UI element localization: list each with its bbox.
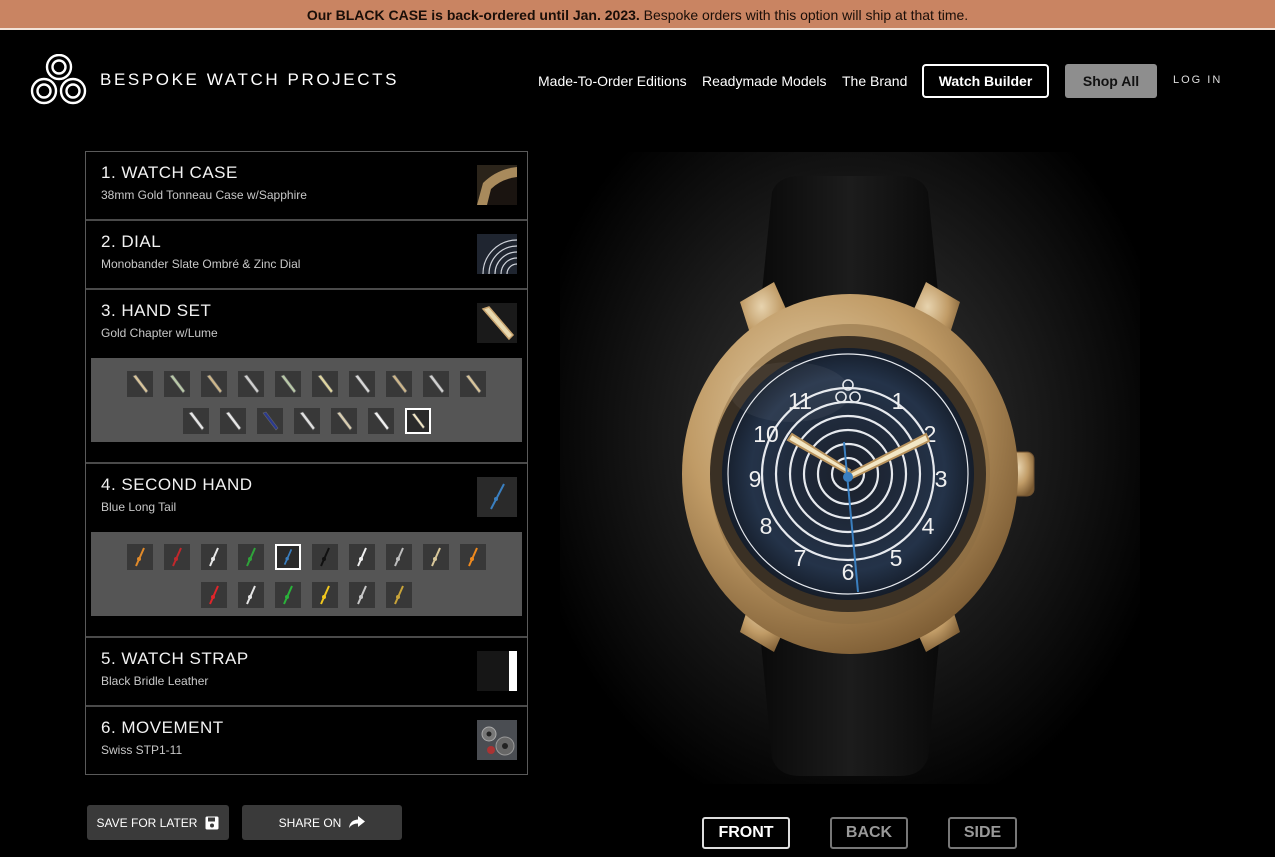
second-hand-option[interactable]	[349, 582, 375, 608]
hand-set-option[interactable]	[386, 371, 412, 397]
second-hand-option[interactable]	[164, 544, 190, 570]
dial-numeral-3: 3	[935, 466, 948, 492]
hand-set-option[interactable]	[238, 371, 264, 397]
hand-set-option[interactable]	[256, 408, 283, 434]
second-hand-option[interactable]	[275, 582, 301, 608]
section-subtitle: Blue Long Tail	[101, 500, 177, 514]
dial-numeral-6: 6	[842, 559, 855, 585]
section-title: 6. MOVEMENT	[101, 718, 224, 737]
hand-set-options	[91, 358, 522, 442]
share-on-button[interactable]: SHARE ON	[242, 805, 402, 840]
dial-numeral-8: 8	[760, 513, 773, 539]
second-hand-options	[91, 532, 522, 616]
nav-made-to-order[interactable]: Made-To-Order Editions	[538, 73, 687, 89]
hand-set-option[interactable]	[460, 371, 486, 397]
second-hand-option[interactable]	[312, 582, 338, 608]
second-hand-option[interactable]	[238, 582, 264, 608]
section-subtitle: Swiss STP1-11	[101, 743, 183, 757]
second-hand-option[interactable]	[386, 582, 412, 608]
nav-the-brand[interactable]: The Brand	[842, 73, 907, 89]
hand-set-option[interactable]	[201, 371, 227, 397]
shop-all-button[interactable]: Shop All	[1065, 64, 1157, 98]
section-title: 4. SECOND HAND	[101, 475, 253, 494]
hand-set-option[interactable]	[293, 408, 320, 434]
hand-set-option[interactable]	[219, 408, 246, 434]
section-hand-set[interactable]: 3. HAND SET Gold Chapter w/Lume	[86, 290, 527, 464]
second-hand-option[interactable]	[201, 582, 227, 608]
section-title: 1. WATCH CASE	[101, 163, 238, 182]
hand-set-option[interactable]	[164, 371, 190, 397]
hand-set-option[interactable]	[330, 408, 357, 434]
section-watch-case[interactable]: 1. WATCH CASE 38mm Gold Tonneau Case w/S…	[86, 152, 527, 221]
section-subtitle: Black Bridle Leather	[101, 674, 209, 688]
hand-set-option[interactable]	[404, 408, 431, 434]
dial-numeral-5: 5	[890, 545, 903, 571]
save-for-later-button[interactable]: SAVE FOR LATER	[87, 805, 229, 840]
section-title: 3. HAND SET	[101, 301, 212, 320]
watch-builder-button[interactable]: Watch Builder	[922, 64, 1049, 98]
section-second-hand[interactable]: 4. SECOND HAND Blue Long Tail	[86, 464, 527, 638]
section-subtitle: 38mm Gold Tonneau Case w/Sapphire	[101, 188, 307, 202]
second-hand-option[interactable]	[349, 544, 375, 570]
dial-thumbnail	[477, 234, 517, 274]
hand-set-option[interactable]	[312, 371, 338, 397]
second-hand-option[interactable]	[201, 544, 227, 570]
hand-set-option[interactable]	[275, 371, 301, 397]
hand-set-option[interactable]	[423, 371, 449, 397]
movement-thumbnail	[477, 720, 517, 760]
section-title: 2. DIAL	[101, 232, 162, 251]
save-label: SAVE FOR LATER	[96, 815, 198, 830]
banner-text: Bespoke orders with this option will shi…	[639, 7, 969, 23]
view-back-button[interactable]: BACK	[830, 817, 908, 849]
share-arrow-icon	[349, 816, 366, 828]
view-front-button[interactable]: FRONT	[702, 817, 790, 849]
watch-render-image: 1 2 3 4 5 6 7 8 9 10 11	[682, 176, 1035, 776]
section-subtitle: Gold Chapter w/Lume	[101, 326, 218, 340]
share-label: SHARE ON	[278, 815, 342, 830]
hand-set-option[interactable]	[367, 408, 394, 434]
second-hand-option[interactable]	[238, 544, 264, 570]
brand-logo[interactable]	[30, 53, 88, 106]
second-hand-option[interactable]	[460, 544, 486, 570]
section-title: 5. WATCH STRAP	[101, 649, 249, 668]
second-hand-option[interactable]	[127, 544, 153, 570]
hand-set-option[interactable]	[182, 408, 209, 434]
section-movement[interactable]: 6. MOVEMENT Swiss STP1-11	[86, 707, 527, 774]
logo-icon	[30, 53, 87, 105]
section-subtitle: Monobander Slate Ombré & Zinc Dial	[101, 257, 301, 271]
dial-numeral-9: 9	[749, 466, 762, 492]
section-dial[interactable]: 2. DIAL Monobander Slate Ombré & Zinc Di…	[86, 221, 527, 290]
view-side-button[interactable]: SIDE	[948, 817, 1017, 849]
brand-name[interactable]: BESPOKE WATCH PROJECTS	[100, 70, 399, 90]
dial-numeral-1: 1	[892, 388, 905, 414]
hand-set-thumbnail	[477, 303, 517, 343]
second-hand-option[interactable]	[423, 544, 449, 570]
configurator-panel: 1. WATCH CASE 38mm Gold Tonneau Case w/S…	[85, 151, 528, 775]
section-watch-strap[interactable]: 5. WATCH STRAP Black Bridle Leather	[86, 638, 527, 707]
login-link[interactable]: LOG IN	[1173, 74, 1222, 86]
second-hand-thumbnail	[477, 477, 517, 517]
nav-readymade[interactable]: Readymade Models	[702, 73, 827, 89]
backorder-banner: Our BLACK CASE is back-ordered until Jan…	[0, 0, 1275, 30]
second-hand-option[interactable]	[312, 544, 338, 570]
second-hand-option[interactable]	[275, 544, 301, 570]
second-hand-option[interactable]	[386, 544, 412, 570]
watch-strap-thumbnail	[477, 651, 517, 691]
watch-case-thumbnail	[477, 165, 517, 205]
hand-set-option[interactable]	[127, 371, 153, 397]
hand-set-option[interactable]	[349, 371, 375, 397]
dial-numeral-7: 7	[794, 545, 807, 571]
watch-preview: 1 2 3 4 5 6 7 8 9 10 11	[560, 152, 1140, 784]
save-icon	[205, 816, 219, 829]
dial-numeral-4: 4	[922, 513, 935, 539]
banner-bold-text: Our BLACK CASE is back-ordered until Jan…	[306, 7, 640, 23]
dial-numeral-10: 10	[753, 421, 779, 447]
